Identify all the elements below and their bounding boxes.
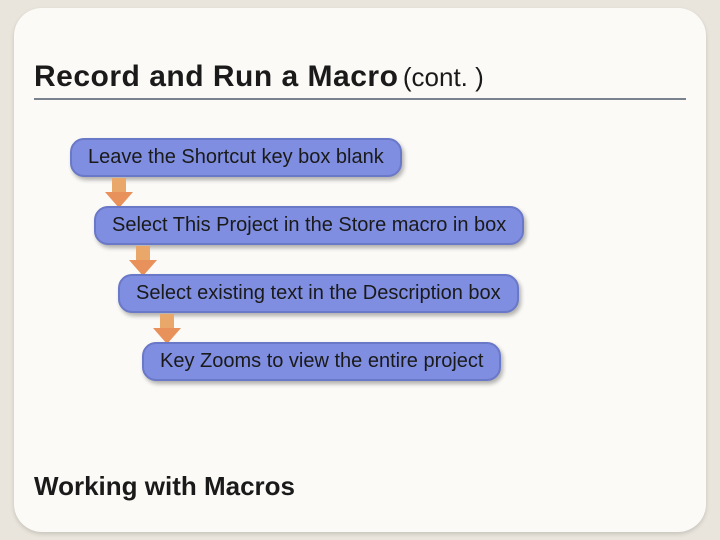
slide-title: Record and Run a Macro (cont. )	[34, 60, 686, 100]
title-main: Record and Run a Macro	[34, 60, 398, 93]
arrow-icon	[112, 178, 126, 192]
arrow-icon	[136, 246, 150, 260]
step-box-1: Leave the Shortcut key box blank	[70, 138, 402, 177]
step-text: Leave the Shortcut key box blank	[88, 146, 384, 168]
step-text: Key Zooms to view the entire project	[160, 350, 483, 372]
step-box-4: Key Zooms to view the entire project	[142, 342, 501, 381]
arrow-icon	[160, 314, 174, 328]
slide-card: Record and Run a Macro (cont. ) Leave th…	[14, 8, 706, 532]
step-box-3: Select existing text in the Description …	[118, 274, 519, 313]
step-text: Select existing text in the Description …	[136, 282, 501, 304]
step-text: Select This Project in the Store macro i…	[112, 214, 506, 236]
step-box-2: Select This Project in the Store macro i…	[94, 206, 524, 245]
slide-footer: Working with Macros	[34, 471, 295, 502]
title-cont: (cont. )	[403, 62, 484, 92]
